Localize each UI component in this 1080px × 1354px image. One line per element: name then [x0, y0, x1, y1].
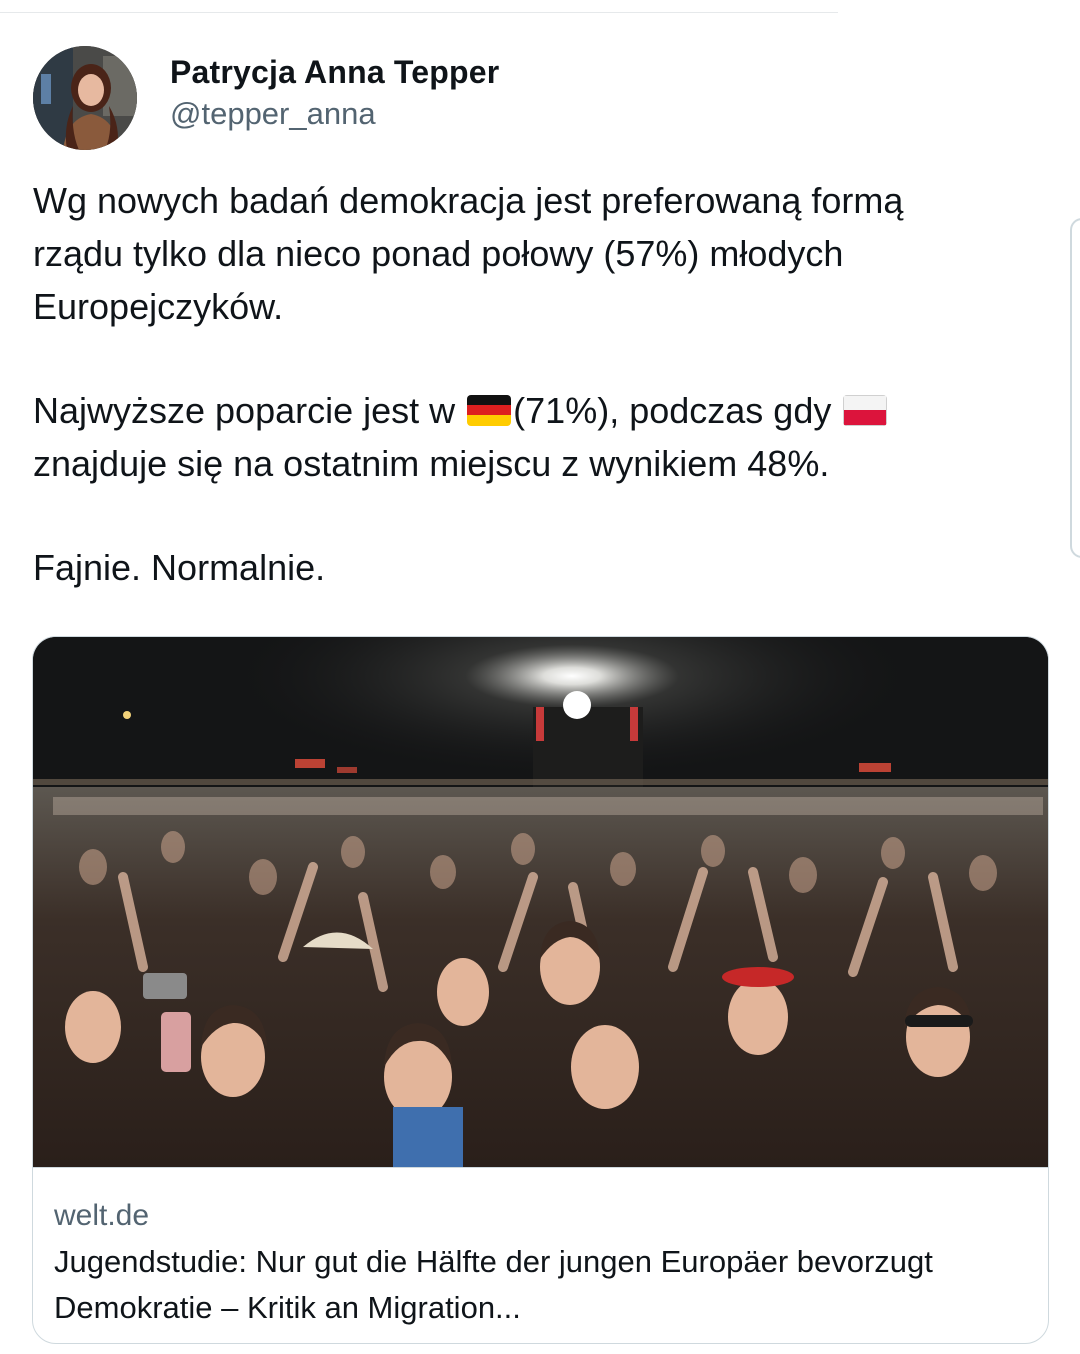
tweet-text-line: rządu tylko dla nieco ponad połowy (57%)…: [33, 233, 844, 274]
tweet-text-line: Europejczyków.: [33, 286, 284, 327]
germany-flag-icon: [467, 395, 512, 426]
tweet-text-segment: Najwyższe poparcie jest w: [33, 390, 466, 431]
link-title[interactable]: Jugendstudie: Nur gut die Hälfte der jun…: [54, 1239, 1029, 1331]
card-divider: [33, 1167, 1048, 1168]
scroll-edge-indicator: [1070, 218, 1080, 558]
author-handle[interactable]: @tepper_anna: [170, 96, 376, 132]
tweet-text-segment: (71%), podczas gdy: [513, 390, 842, 431]
link-preview-image[interactable]: [33, 637, 1048, 1167]
link-title-line: Demokratie – Kritik an Migration...: [54, 1290, 521, 1325]
link-title-line: Jugendstudie: Nur gut die Hälfte der jun…: [54, 1244, 933, 1279]
avatar[interactable]: [33, 46, 137, 150]
link-preview-card[interactable]: welt.de Jugendstudie: Nur gut die Hälfte…: [32, 636, 1049, 1344]
tweet-text-line: znajduje się na ostatnim miejscu z wynik…: [33, 443, 830, 484]
tweet-text-line: Wg nowych badań demokracja jest preferow…: [33, 180, 904, 221]
tweet-text-line: Najwyższe poparcie jest w (71%), podczas…: [33, 384, 1048, 437]
tweet-text-line: Fajnie. Normalnie.: [33, 547, 326, 588]
link-domain[interactable]: welt.de: [54, 1199, 149, 1233]
top-divider: [0, 12, 838, 13]
author-display-name[interactable]: Patrycja Anna Tepper: [170, 54, 499, 91]
poland-flag-icon: [843, 395, 888, 426]
tweet-text: Wg nowych badań demokracja jest preferow…: [33, 174, 1048, 594]
